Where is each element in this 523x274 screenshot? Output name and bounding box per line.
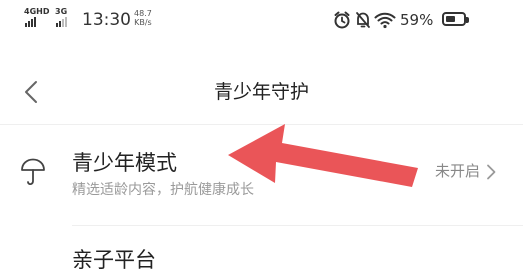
list-item-parent-platform[interactable]: 亲子平台	[0, 240, 523, 272]
teen-mode-status: 未开启	[434, 162, 480, 180]
clock: 13:30	[82, 10, 131, 30]
divider	[72, 225, 523, 226]
battery-icon	[442, 12, 469, 26]
signal-strength-2-icon	[56, 17, 67, 27]
network-type-2: 3G	[55, 7, 68, 16]
list-item-teen-mode[interactable]: 青少年模式 精选适龄内容，护航健康成长 未开启	[0, 125, 523, 225]
teen-mode-subtitle: 精选适龄内容，护航健康成长	[72, 182, 254, 198]
status-bar: 4GHD 3G 13:30 48.7 KB/s 59%	[0, 0, 523, 40]
signal-strength-icon	[25, 17, 36, 27]
battery-percentage: 59%	[400, 11, 434, 29]
network-type-1: 4GHD	[24, 7, 50, 16]
nav-bar: 青少年守护	[0, 62, 523, 122]
mute-icon	[356, 12, 370, 28]
page-title: 青少年守护	[213, 81, 309, 103]
parent-platform-title: 亲子平台	[72, 248, 156, 272]
wifi-icon	[374, 12, 396, 29]
network-speed: 48.7 KB/s	[134, 9, 152, 27]
alarm-icon	[334, 11, 350, 29]
chevron-right-icon	[487, 164, 496, 180]
teen-mode-title: 青少年模式	[72, 151, 177, 175]
umbrella-icon	[21, 158, 45, 186]
